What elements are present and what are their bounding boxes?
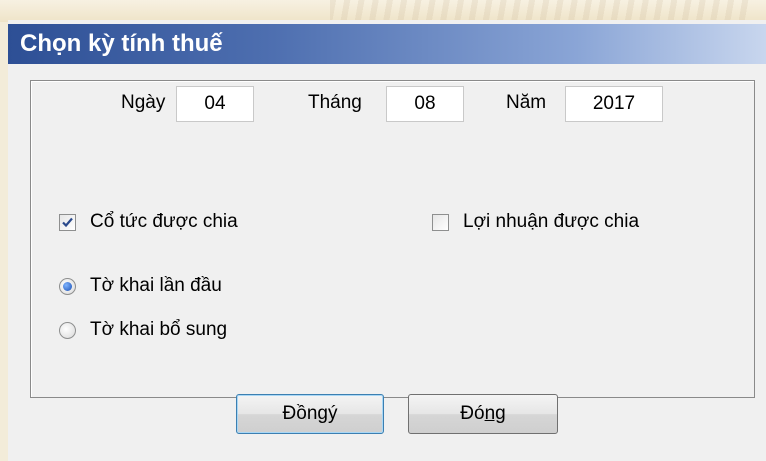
profit-checkbox[interactable] xyxy=(432,213,449,231)
options-group: Ngày Tháng Năm Cổ tức được chia Lợi nhuậ… xyxy=(30,80,755,398)
dialog-title: Chọn kỳ tính thuế xyxy=(20,30,223,57)
ok-button[interactable]: Đồn g ý xyxy=(236,394,384,434)
close-button-mnemonic: ng xyxy=(484,403,506,424)
close-button[interactable]: Đó ng xyxy=(408,394,558,434)
dividends-checkbox-row[interactable]: Cổ tức được chia xyxy=(59,211,238,233)
first-declaration-label: Tờ khai lần đầu xyxy=(90,275,222,296)
supplementary-declaration-radio-row[interactable]: Tờ khai bổ sung xyxy=(59,319,227,341)
checkmark-icon xyxy=(62,217,73,227)
first-declaration-radio-row[interactable]: Tờ khai lần đầu xyxy=(59,275,222,297)
year-field[interactable] xyxy=(565,86,663,122)
dividends-label: Cổ tức được chia xyxy=(90,211,238,232)
month-field[interactable] xyxy=(386,86,464,122)
supplementary-declaration-label: Tờ khai bổ sung xyxy=(90,319,228,340)
close-button-label-prefix: Đó xyxy=(460,403,485,424)
day-label: Ngày xyxy=(121,92,166,113)
year-label: Năm xyxy=(506,92,547,113)
ok-button-mnemonic: g xyxy=(317,403,328,424)
dialog-title-bar[interactable]: Chọn kỳ tính thuế xyxy=(8,24,766,64)
ok-button-label-prefix: Đồn xyxy=(282,403,318,424)
dividends-checkbox[interactable] xyxy=(59,213,76,231)
background-decoration xyxy=(330,0,750,22)
tax-period-dialog: Chọn kỳ tính thuế Ngày Tháng Năm Cổ tức … xyxy=(8,20,766,461)
month-label: Tháng xyxy=(308,92,362,113)
first-declaration-radio[interactable] xyxy=(59,277,76,295)
profit-label: Lợi nhuận được chia xyxy=(463,211,640,232)
radio-selected-icon xyxy=(63,281,72,291)
ok-button-label-suffix: ý xyxy=(327,403,338,424)
profit-checkbox-row[interactable]: Lợi nhuận được chia xyxy=(432,211,639,233)
day-field[interactable] xyxy=(176,86,254,122)
supplementary-declaration-radio[interactable] xyxy=(59,321,76,339)
